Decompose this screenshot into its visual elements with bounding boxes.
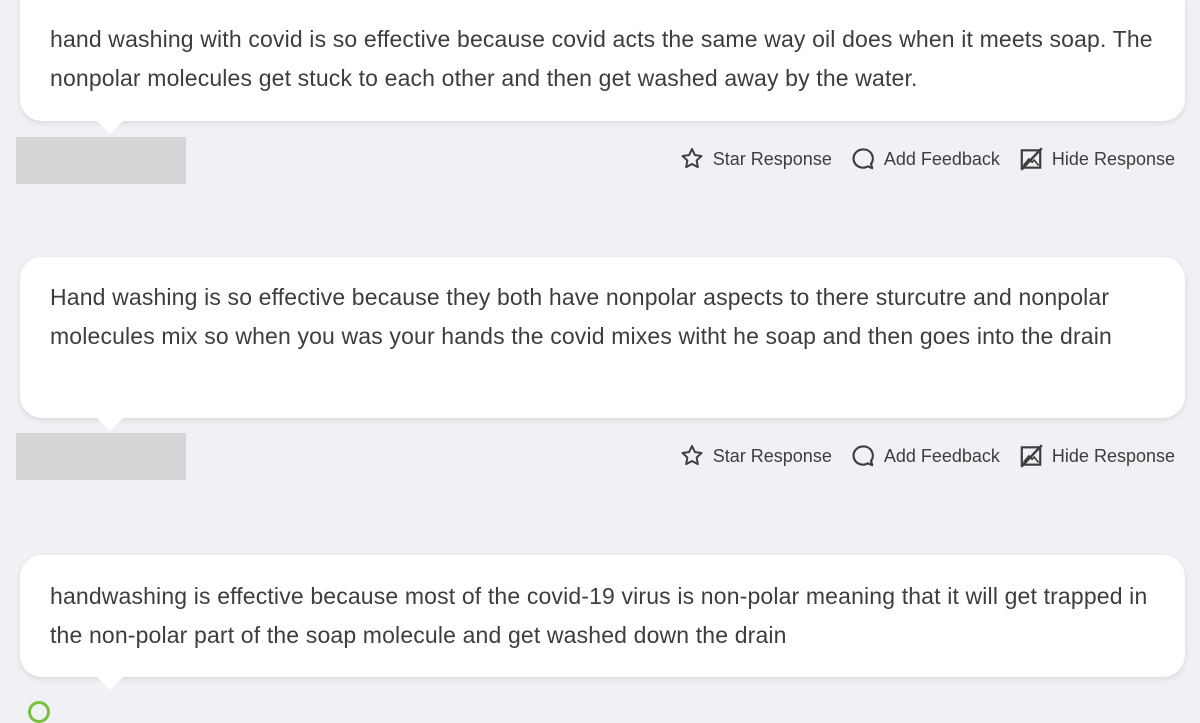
response-card-2: Hand washing is so effective because the… (20, 257, 1185, 431)
response-text: hand washing with covid is so effective … (50, 26, 1153, 91)
add-feedback-button[interactable]: Add Feedback (850, 443, 1000, 469)
response-card-1: hand washing with covid is so effective … (20, 0, 1185, 134)
student-name-redacted (16, 433, 186, 480)
student-name-redacted (16, 137, 186, 184)
response-actions: Star Response Add Feedback Hide Response (679, 442, 1175, 470)
speech-bubble-icon (852, 148, 874, 170)
hide-response-button[interactable]: Hide Response (1018, 443, 1175, 469)
star-response-label: Star Response (712, 148, 832, 169)
add-feedback-label: Add Feedback (883, 445, 1000, 466)
response-card-3: handwashing is effective because most of… (20, 555, 1185, 690)
crossed-out-square-icon (1020, 444, 1043, 468)
response-actions: Star Response Add Feedback Hide Response (679, 145, 1175, 173)
star-icon (681, 445, 703, 466)
add-feedback-label: Add Feedback (883, 148, 1000, 169)
check-circle-icon (28, 701, 50, 723)
crossed-out-square-icon (1020, 147, 1043, 171)
hide-response-label: Hide Response (1051, 445, 1175, 466)
star-response-button[interactable]: Star Response (679, 146, 832, 172)
speech-bubble-icon (852, 445, 874, 467)
star-response-label: Star Response (712, 445, 832, 466)
response-text: handwashing is effective because most of… (50, 583, 1148, 648)
star-icon (681, 148, 703, 169)
hide-response-button[interactable]: Hide Response (1018, 146, 1175, 172)
add-feedback-button[interactable]: Add Feedback (850, 146, 1000, 172)
response-text: Hand washing is so effective because the… (50, 284, 1112, 349)
star-response-button[interactable]: Star Response (679, 443, 832, 469)
hide-response-label: Hide Response (1051, 148, 1175, 169)
